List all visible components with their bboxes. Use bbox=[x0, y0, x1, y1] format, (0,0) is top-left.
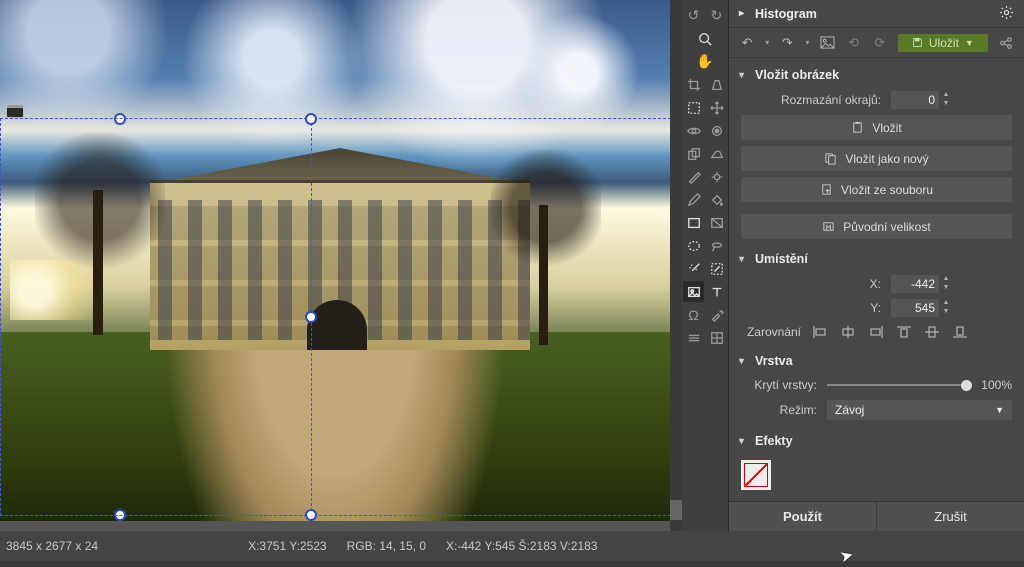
histogram-header[interactable]: ▸ Histogram bbox=[729, 0, 1024, 28]
effects-header[interactable]: ▾ Efekty bbox=[729, 428, 1024, 454]
rotate-icon[interactable]: ⟳ bbox=[872, 34, 888, 52]
status-xy: X:3751 Y:2523 bbox=[246, 539, 345, 553]
chevron-down-icon: ▼ bbox=[995, 405, 1004, 415]
align-hcenter-icon[interactable] bbox=[839, 324, 857, 340]
blend-mode-select[interactable]: Závoj ▼ bbox=[827, 400, 1012, 420]
layer-header[interactable]: ▾ Vrstva bbox=[729, 348, 1024, 374]
tool-clone-icon[interactable] bbox=[683, 143, 704, 164]
tool-omega-icon[interactable]: Ω bbox=[683, 304, 704, 325]
canvas-hscrollbar[interactable] bbox=[0, 521, 681, 531]
align-right-icon[interactable] bbox=[867, 324, 885, 340]
chevron-right-icon: ▸ bbox=[739, 8, 749, 19]
original-size-button[interactable]: Původní velikost bbox=[741, 214, 1012, 239]
tool-pencil-icon[interactable] bbox=[683, 189, 704, 210]
canvas-area[interactable] bbox=[0, 0, 681, 531]
tool-place-image-icon[interactable] bbox=[683, 281, 704, 302]
tool-undo-history-icon[interactable]: ↺ bbox=[683, 5, 704, 26]
align-vcenter-icon[interactable] bbox=[923, 324, 941, 340]
opacity-slider[interactable] bbox=[827, 378, 972, 392]
tool-lines-icon[interactable] bbox=[683, 327, 704, 348]
quick-toolbar: ↶▾ ↷▾ ⟲ ⟳ Uložit ▼ bbox=[729, 28, 1024, 58]
tool-rect-select-icon[interactable] bbox=[683, 97, 704, 118]
edge-blur-row: Rozmazání okrajů: ▲▼ bbox=[729, 88, 1024, 112]
handle-bot-mid[interactable] bbox=[114, 509, 126, 521]
status-bar: 3845 x 2677 x 24 X:3751 Y:2523 RGB: 14, … bbox=[0, 531, 1024, 561]
tool-lasso-icon[interactable] bbox=[706, 235, 727, 256]
tool-gradient-icon[interactable] bbox=[706, 212, 727, 233]
status-rgb: RGB: 14, 15, 0 bbox=[345, 539, 444, 553]
tool-hand-icon[interactable]: ✋ bbox=[683, 51, 727, 72]
tool-move-icon[interactable] bbox=[706, 97, 727, 118]
tool-redeye-icon[interactable] bbox=[706, 120, 727, 141]
canvas-vscrollbar[interactable] bbox=[670, 0, 682, 531]
crop2-icon[interactable]: ⟲ bbox=[846, 34, 862, 52]
pos-y-spinner[interactable]: ▲▼ bbox=[941, 299, 951, 317]
status-dimensions: 3845 x 2677 x 24 bbox=[4, 539, 116, 553]
pos-x-spinner[interactable]: ▲▼ bbox=[941, 275, 951, 293]
chevron-down-icon: ▾ bbox=[739, 436, 749, 447]
toolbox: ↺ ↻ ✋ Ω bbox=[681, 0, 728, 531]
tool-eyedropper-icon[interactable] bbox=[706, 304, 727, 325]
tool-crop-icon[interactable] bbox=[683, 74, 704, 95]
tool-iron-icon[interactable] bbox=[706, 143, 727, 164]
cancel-button[interactable]: Zrušit bbox=[876, 502, 1024, 531]
image-icon[interactable] bbox=[819, 34, 835, 52]
tool-text-icon[interactable] bbox=[706, 281, 727, 302]
apply-button[interactable]: Použít bbox=[729, 502, 876, 531]
handle-top-right[interactable] bbox=[305, 113, 317, 125]
paste-from-file-button[interactable]: Vložit ze souboru bbox=[741, 177, 1012, 202]
chevron-down-icon: ▾ bbox=[739, 254, 749, 265]
tool-fill-icon[interactable] bbox=[706, 189, 727, 210]
gear-icon[interactable] bbox=[999, 5, 1014, 23]
tool-brush-icon[interactable] bbox=[683, 166, 704, 187]
paste-as-new-button[interactable]: Vložit jako nový bbox=[741, 146, 1012, 171]
opacity-value: 100% bbox=[972, 378, 1012, 392]
tool-local-edit-icon[interactable] bbox=[706, 166, 727, 187]
pos-y-input[interactable] bbox=[891, 299, 939, 317]
pos-x-input[interactable] bbox=[891, 275, 939, 293]
canvas-image bbox=[0, 0, 681, 521]
tool-perspective-icon[interactable] bbox=[706, 74, 727, 95]
handle-top-mid[interactable] bbox=[114, 113, 126, 125]
tool-grid-icon[interactable] bbox=[706, 327, 727, 348]
tool-ellipse-select-icon[interactable] bbox=[683, 235, 704, 256]
redo-icon[interactable]: ↷ bbox=[779, 34, 795, 52]
tool-magic-wand-icon[interactable] bbox=[683, 258, 704, 279]
share-icon[interactable] bbox=[998, 34, 1014, 52]
no-effect-icon[interactable] bbox=[741, 460, 771, 490]
status-selection: X:-442 Y:545 Š:2183 V:2183 bbox=[444, 539, 615, 553]
paste-button[interactable]: Vložit bbox=[741, 115, 1012, 140]
embedded-layer-icon bbox=[6, 104, 24, 118]
placement-header[interactable]: ▾ Umístění bbox=[729, 246, 1024, 272]
edge-blur-spinner[interactable]: ▲▼ bbox=[941, 91, 951, 109]
tool-eye-icon[interactable] bbox=[683, 120, 704, 141]
right-panel: ▸ Histogram ↶▾ ↷▾ ⟲ ⟳ Uložit ▼ ▾ Vložit … bbox=[728, 0, 1024, 531]
save-button[interactable]: Uložit ▼ bbox=[898, 34, 988, 52]
handle-mid-right[interactable] bbox=[305, 311, 317, 323]
tool-shape-rect-icon[interactable] bbox=[683, 212, 704, 233]
tool-redo-icon[interactable]: ↻ bbox=[706, 5, 727, 26]
undo-icon[interactable]: ↶ bbox=[739, 34, 755, 52]
chevron-down-icon: ▾ bbox=[739, 356, 749, 367]
align-bottom-icon[interactable] bbox=[951, 324, 969, 340]
chevron-down-icon: ▾ bbox=[739, 70, 749, 81]
histogram-label: Histogram bbox=[755, 7, 817, 21]
align-top-icon[interactable] bbox=[895, 324, 913, 340]
save-label: Uložit bbox=[929, 36, 959, 50]
tool-zoom-icon[interactable] bbox=[683, 28, 727, 49]
align-left-icon[interactable] bbox=[811, 324, 829, 340]
insert-image-header[interactable]: ▾ Vložit obrázek bbox=[729, 62, 1024, 88]
tool-selection-brush-icon[interactable] bbox=[706, 258, 727, 279]
edge-blur-input[interactable] bbox=[891, 91, 939, 109]
handle-bot-right[interactable] bbox=[305, 509, 317, 521]
